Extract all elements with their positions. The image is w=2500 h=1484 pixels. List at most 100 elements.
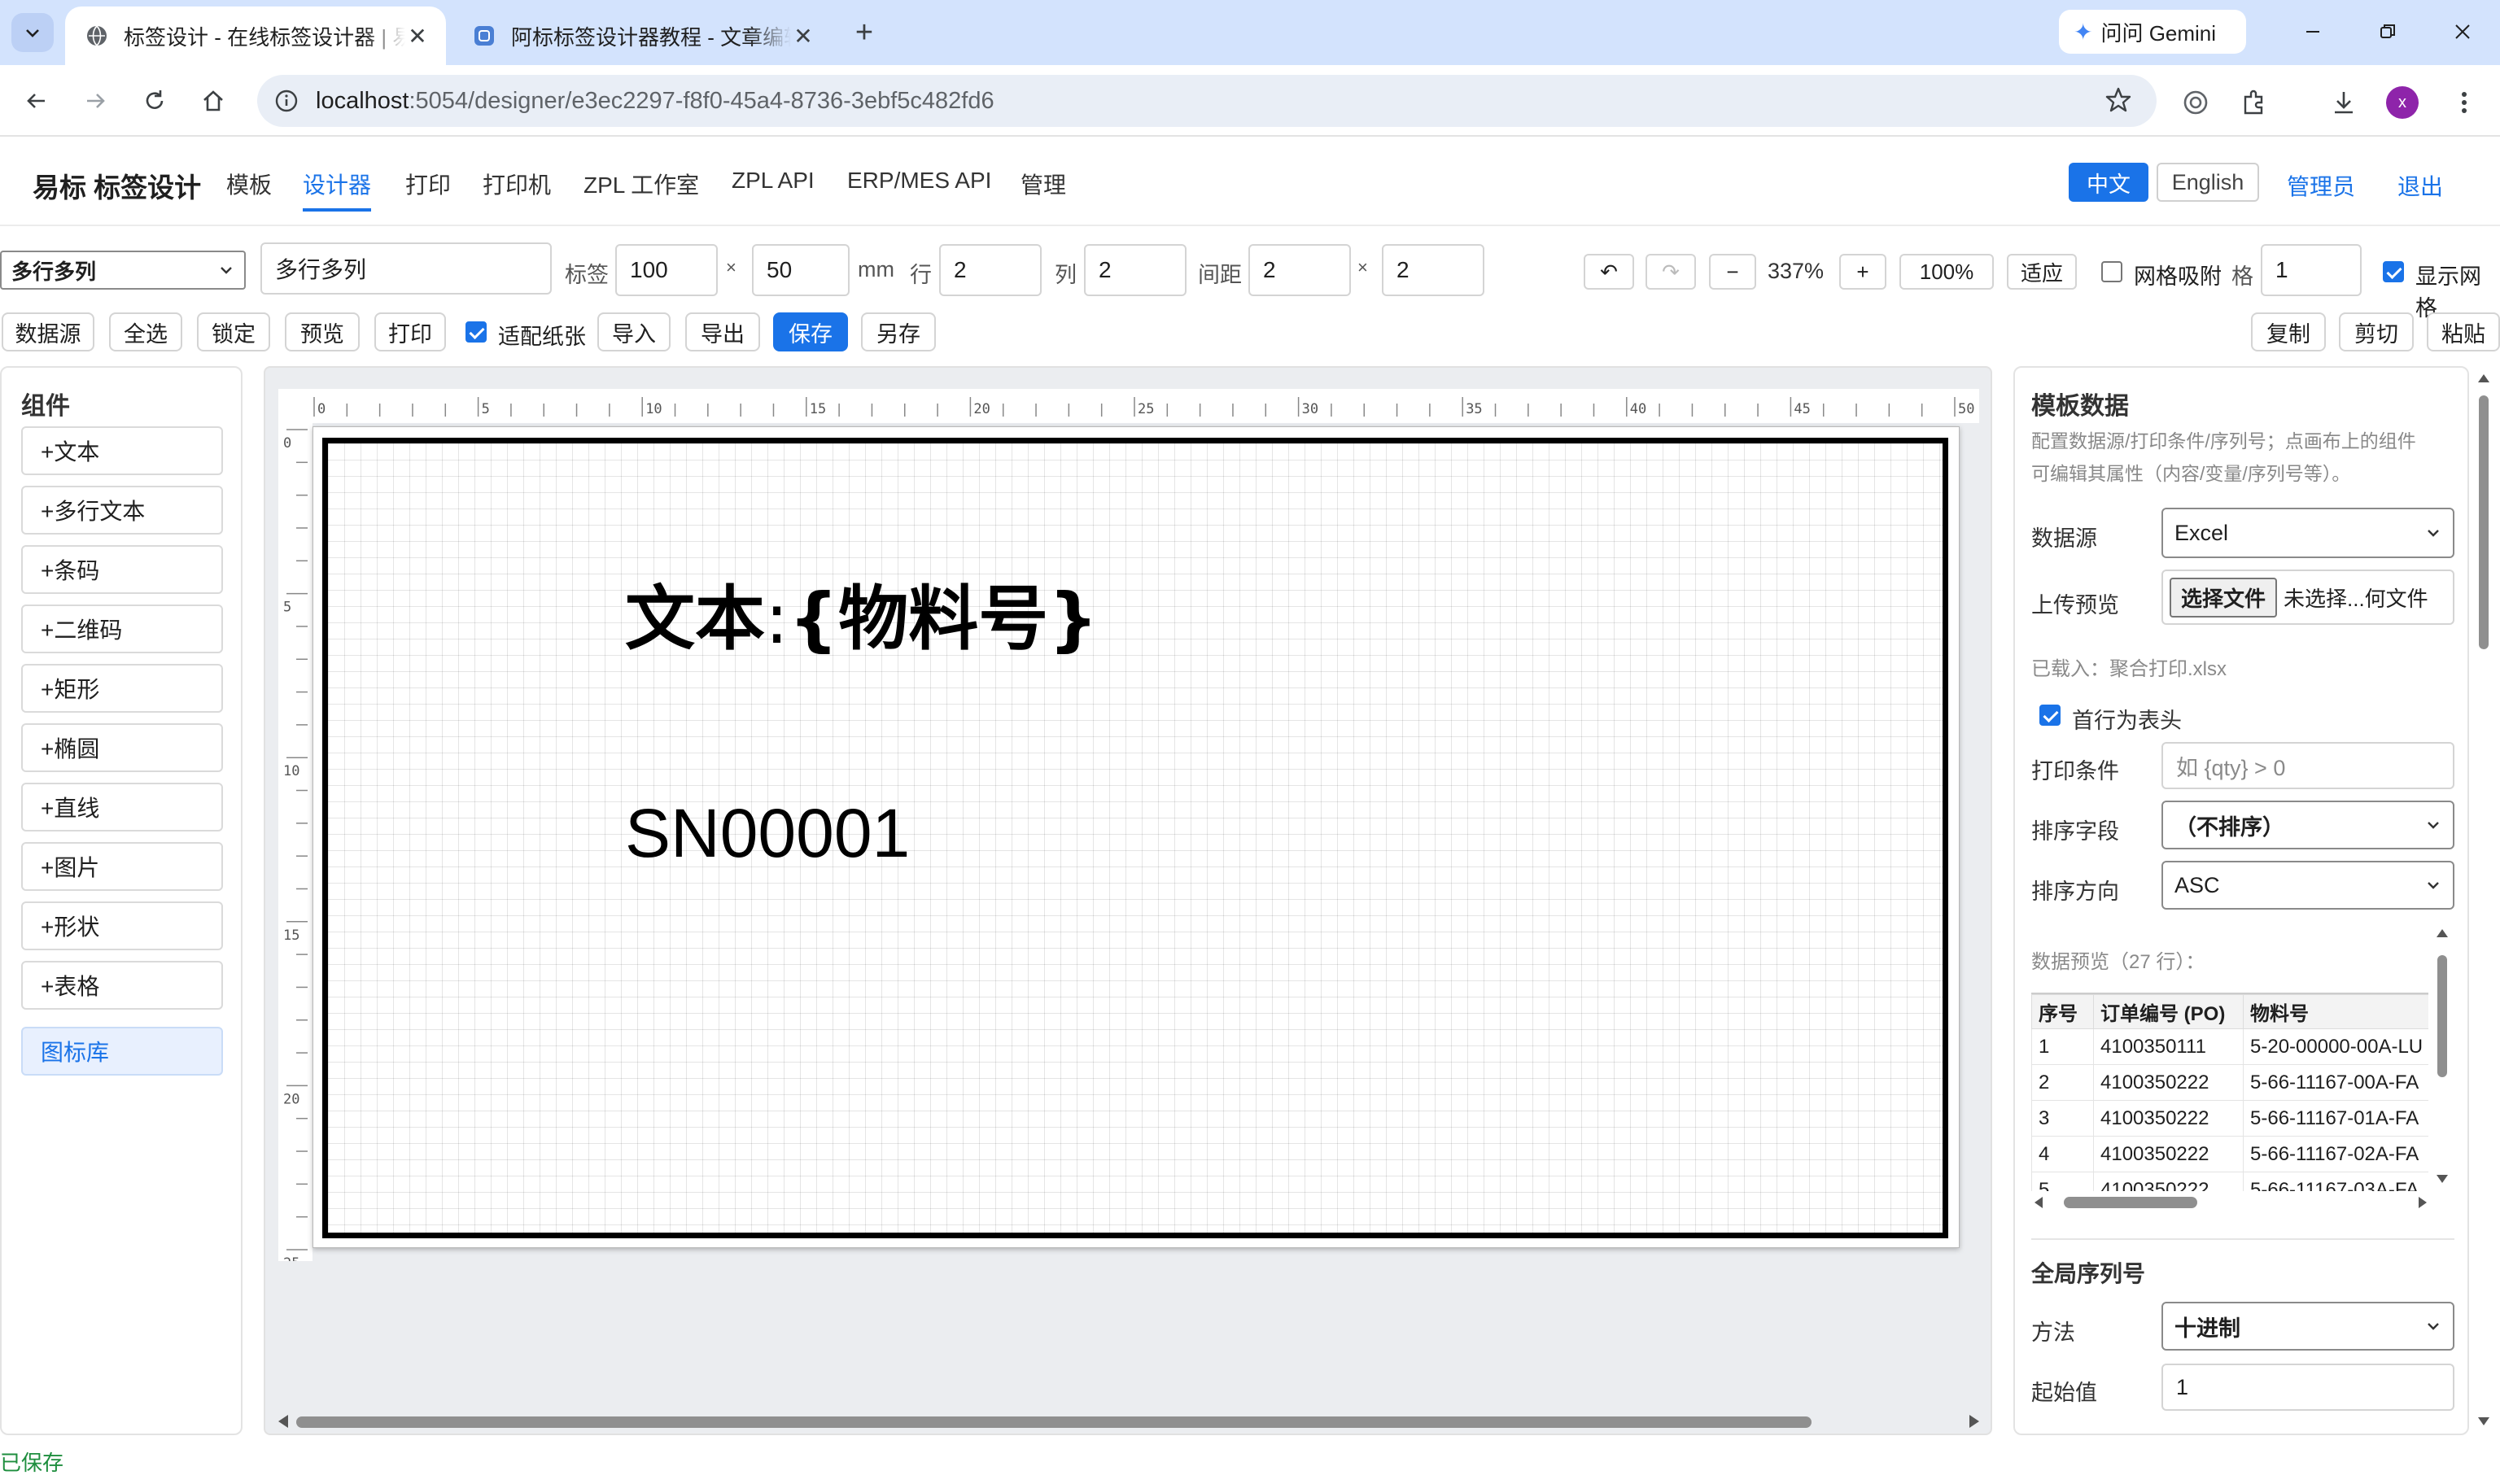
rows-input[interactable]: 2	[939, 244, 1042, 296]
zoom-in-button[interactable]: +	[1839, 254, 1886, 290]
reload-icon[interactable]	[135, 81, 174, 120]
add-rectangle-button[interactable]: +矩形	[21, 664, 223, 713]
site-info-icon[interactable]	[272, 86, 301, 116]
add-image-button[interactable]: +图片	[21, 842, 223, 891]
sort-direction-select[interactable]: ASC	[2161, 861, 2454, 910]
add-ellipse-button[interactable]: +椭圆	[21, 723, 223, 772]
nav-zpl-studio[interactable]: ZPL 工作室	[583, 168, 699, 200]
grid-size-input[interactable]: 1	[2261, 244, 2362, 296]
chevron-down-icon	[221, 267, 232, 274]
zoom-100-button[interactable]: 100%	[1899, 254, 1994, 290]
canvas-horizontal-scrollbar[interactable]	[272, 1409, 1986, 1434]
brand-logo[interactable]: 易标 标签设计	[33, 166, 201, 205]
add-line-button[interactable]: +直线	[21, 783, 223, 831]
nav-erp-mes-api[interactable]: ERP/MES API	[847, 168, 991, 194]
export-button[interactable]: 导出	[685, 312, 760, 351]
choose-file-button[interactable]: 选择文件	[2170, 577, 2278, 618]
grid-snap-checkbox[interactable]	[2101, 261, 2122, 282]
data-preview-table[interactable]: 序号 订单编号 (PO) 物料号 1 4100350111 5-20-00000…	[2031, 993, 2428, 1191]
cols-input[interactable]: 2	[1084, 244, 1187, 296]
save-button[interactable]: 保存	[773, 312, 848, 351]
copy-button[interactable]: 复制	[2251, 312, 2326, 351]
template-name-input[interactable]: 多行多列	[260, 242, 552, 295]
serial-start-input[interactable]: 1	[2161, 1364, 2454, 1411]
datasource-select[interactable]: Excel	[2161, 508, 2454, 558]
kebab-menu-icon[interactable]	[2446, 85, 2482, 120]
column-header[interactable]: 序号	[2031, 994, 2094, 1029]
template-select[interactable]: 多行多列	[0, 251, 246, 290]
print-button[interactable]: 打印	[374, 312, 446, 351]
nav-print[interactable]: 打印	[405, 168, 451, 200]
nav-printers[interactable]: 打印机	[483, 168, 551, 200]
label-width-input[interactable]: 100	[615, 244, 718, 296]
address-bar[interactable]: localhost:5054/designer/e3ec2297-f8f0-45…	[257, 75, 2157, 127]
extensions-puzzle-icon[interactable]	[2236, 85, 2272, 120]
select-all-button[interactable]: 全选	[109, 312, 182, 351]
back-icon[interactable]	[16, 81, 55, 120]
add-qrcode-button[interactable]: +二维码	[21, 605, 223, 653]
add-text-button[interactable]: +文本	[21, 426, 223, 475]
header-row-checkbox[interactable]	[2039, 705, 2061, 726]
table-vertical-scrollbar[interactable]	[2433, 926, 2451, 1186]
datasource-button[interactable]: 数据源	[2, 312, 94, 351]
fit-paper-checkbox[interactable]	[465, 321, 487, 343]
save-as-button[interactable]: 另存	[861, 312, 936, 351]
table-cell: 4	[2031, 1136, 2094, 1172]
gap-x-input[interactable]: 2	[1248, 244, 1351, 296]
show-grid-checkbox[interactable]	[2383, 261, 2404, 282]
minimize-icon[interactable]	[2288, 11, 2337, 52]
panel-vertical-scrollbar[interactable]	[2474, 371, 2493, 1429]
add-table-button[interactable]: +表格	[21, 961, 223, 1010]
close-icon[interactable]: ✕	[791, 24, 815, 49]
extension-openai-icon[interactable]	[2178, 85, 2214, 120]
file-upload-field[interactable]: 选择文件 未选择...何文件	[2161, 570, 2454, 625]
close-icon[interactable]: ✕	[405, 24, 430, 49]
admin-link[interactable]: 管理员	[2287, 169, 2355, 202]
serial-method-select[interactable]: 十进制	[2161, 1302, 2454, 1351]
forward-icon[interactable]	[76, 81, 116, 120]
zoom-out-button[interactable]: −	[1709, 254, 1756, 290]
import-button[interactable]: 导入	[597, 312, 671, 351]
nav-designer[interactable]: 设计器	[303, 168, 372, 212]
paste-button[interactable]: 粘贴	[2427, 312, 2500, 351]
nav-admin[interactable]: 管理	[1021, 168, 1066, 200]
add-shape-button[interactable]: +形状	[21, 901, 223, 950]
nav-templates[interactable]: 模板	[226, 168, 272, 200]
label-height-input[interactable]: 50	[752, 244, 850, 296]
add-barcode-button[interactable]: +条码	[21, 545, 223, 594]
profile-avatar[interactable]: x	[2386, 86, 2419, 119]
lang-en-button[interactable]: English	[2157, 163, 2259, 202]
table-horizontal-scrollbar[interactable]	[2031, 1193, 2430, 1212]
add-multiline-text-button[interactable]: +多行文本	[21, 486, 223, 535]
icon-library-button[interactable]: 图标库	[21, 1027, 223, 1076]
gap-y-input[interactable]: 2	[1382, 244, 1484, 296]
nav-zpl-api[interactable]: ZPL API	[732, 168, 815, 194]
close-window-icon[interactable]	[2438, 11, 2487, 52]
tab-tutorial[interactable]: 阿标标签设计器教程 - 文章编辑 ✕	[452, 7, 832, 65]
restore-icon[interactable]	[2363, 11, 2412, 52]
column-header[interactable]: 物料号	[2243, 994, 2428, 1029]
undo-button[interactable]: ↶	[1584, 254, 1634, 290]
label-border-rectangle[interactable]	[322, 438, 1948, 1238]
datasource-label: 数据源	[2031, 526, 2097, 551]
fit-button[interactable]: 适应	[2007, 254, 2077, 290]
new-tab-button[interactable]: +	[846, 15, 882, 50]
canvas-text-material-no[interactable]: 文本:{物料号}	[625, 561, 1098, 663]
gemini-button[interactable]: ✦ 问问 Gemini	[2059, 10, 2246, 54]
lock-button[interactable]: 锁定	[197, 312, 270, 351]
redo-button[interactable]: ↷	[1646, 254, 1696, 290]
column-header[interactable]: 订单编号 (PO)	[2093, 994, 2244, 1029]
preview-button[interactable]: 预览	[285, 312, 360, 351]
tab-designer[interactable]: 标签设计 - 在线标签设计器 | 易 ✕	[65, 7, 446, 65]
lang-zh-button[interactable]: 中文	[2069, 163, 2148, 202]
print-condition-input[interactable]: 如 {qty} > 0	[2161, 742, 2454, 789]
sort-field-select[interactable]: （不排序）	[2161, 801, 2454, 849]
cut-button[interactable]: 剪切	[2339, 312, 2414, 351]
home-icon[interactable]	[194, 81, 233, 120]
bookmark-star-icon[interactable]	[2104, 86, 2132, 114]
logout-link[interactable]: 退出	[2397, 169, 2443, 202]
url-text[interactable]: localhost:5054/designer/e3ec2297-f8f0-45…	[316, 88, 994, 115]
canvas-text-serial[interactable]: SN00001	[625, 794, 910, 873]
tab-search-button[interactable]	[11, 13, 54, 52]
download-icon[interactable]	[2326, 85, 2362, 120]
